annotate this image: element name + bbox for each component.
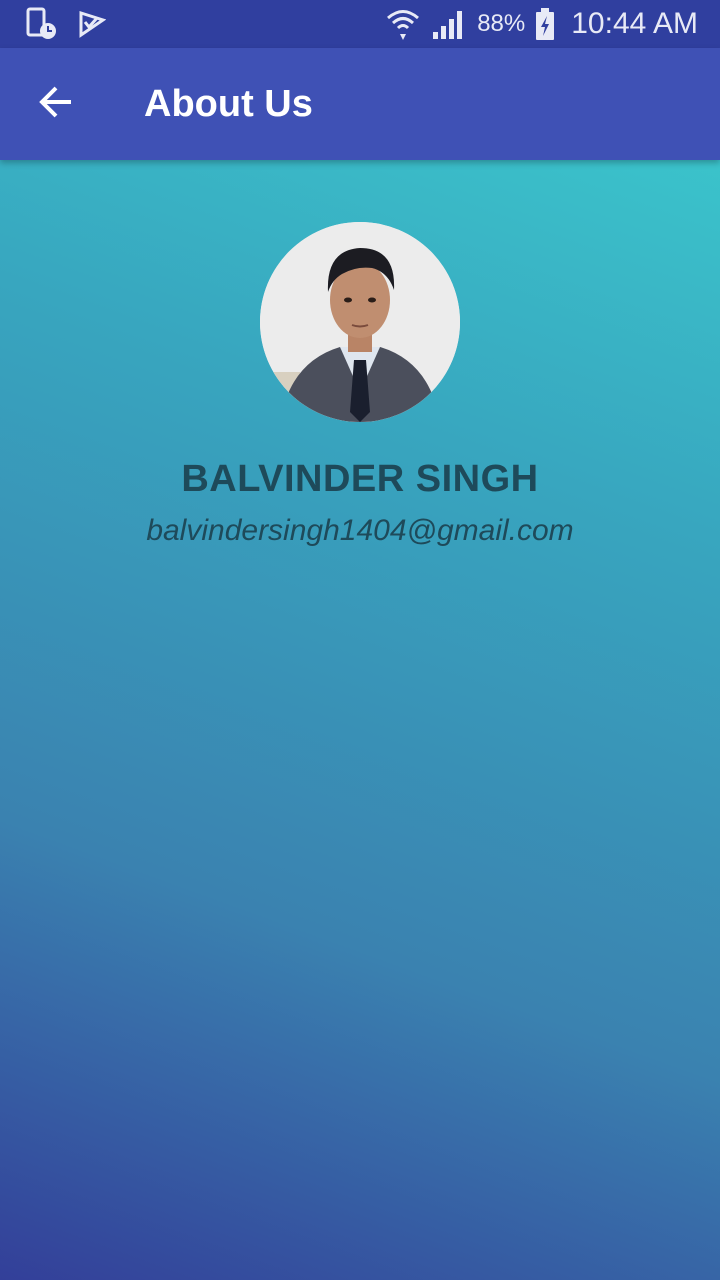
phone-schedule-icon bbox=[26, 7, 58, 41]
arrow-left-icon bbox=[38, 84, 74, 125]
app-bar: About Us bbox=[0, 48, 720, 160]
check-flag-icon bbox=[78, 10, 106, 38]
battery-percent: 88% bbox=[477, 10, 526, 37]
profile-name: BALVINDER SINGH bbox=[181, 458, 539, 500]
profile-email[interactable]: balvindersingh1404@gmail.com bbox=[0, 514, 720, 548]
back-button[interactable] bbox=[0, 48, 112, 160]
about-us-screen: 88% 10:44 AM About Us BALVINDER SINGH ba… bbox=[0, 0, 720, 1280]
status-right-icons: 88% 10:44 AM bbox=[385, 7, 698, 41]
avatar bbox=[260, 222, 460, 422]
page-title: About Us bbox=[144, 82, 313, 125]
signal-icon bbox=[431, 8, 467, 40]
status-bar: 88% 10:44 AM bbox=[0, 0, 720, 48]
clock: 10:44 AM bbox=[571, 7, 698, 40]
status-left-icons bbox=[26, 7, 106, 41]
profile-photo bbox=[260, 222, 460, 422]
battery-charging-icon bbox=[535, 7, 555, 41]
wifi-icon bbox=[385, 7, 421, 41]
